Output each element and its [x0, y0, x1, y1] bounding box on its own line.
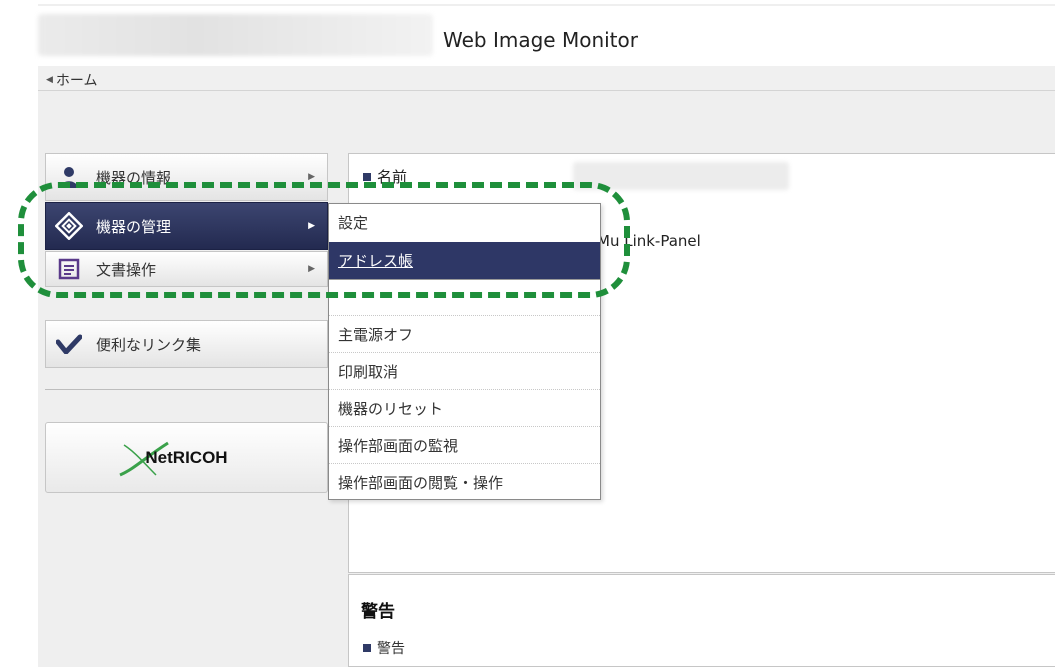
- sidebar-item-label: 機器の管理: [96, 217, 172, 236]
- chevron-right-icon: ▶: [308, 221, 315, 231]
- sidebar-item-label: 機器の情報: [96, 168, 172, 187]
- menu-item-power-off[interactable]: 主電源オフ: [329, 315, 600, 352]
- menu-spacer: [329, 279, 600, 316]
- menu-item-cancel-print[interactable]: 印刷取消: [329, 352, 600, 389]
- menu-item-operate-panel[interactable]: 操作部画面の閲覧・操作: [329, 463, 600, 500]
- bullet-square-icon: [363, 644, 371, 652]
- menu-item-address-book[interactable]: アドレス帳: [329, 242, 600, 279]
- sidebar-divider: [45, 389, 328, 390]
- model-name: Mu Link-Panel: [597, 232, 701, 250]
- header: Web Image Monitor: [0, 0, 1055, 66]
- sidebar-item-links[interactable]: 便利なリンク集: [45, 320, 328, 368]
- sidebar-item-device-management[interactable]: 機器の管理 ▶: [45, 202, 328, 250]
- document-icon: [54, 254, 84, 284]
- netricoh-link[interactable]: NetRICOH: [45, 422, 328, 493]
- chevron-left-icon: ◀: [46, 75, 53, 85]
- blurred-logo: [38, 14, 433, 56]
- device-management-submenu: 設定 アドレス帳 主電源オフ 印刷取消 機器のリセット 操作部画面の監視 操作部…: [328, 203, 601, 500]
- sidebar-item-label: 便利なリンク集: [96, 335, 202, 354]
- warning-title: 警告: [361, 602, 395, 622]
- device-management-icon: [54, 211, 84, 241]
- home-link-label: ホーム: [55, 73, 98, 89]
- chevron-right-icon: ▶: [308, 172, 315, 182]
- header-divider: [38, 4, 1055, 6]
- link-check-icon: [54, 329, 84, 359]
- warning-item-label: 警告: [377, 641, 405, 657]
- name-row: 名前: [363, 166, 407, 187]
- breadcrumb: ◀ ホーム: [38, 66, 1055, 91]
- warning-panel: 警告 警告: [348, 574, 1055, 667]
- chevron-right-icon: ▶: [308, 264, 315, 274]
- sidebar-item-device-info[interactable]: 機器の情報 ▶: [45, 153, 328, 201]
- warning-item[interactable]: 警告: [363, 638, 405, 658]
- home-link[interactable]: ◀ ホーム: [46, 70, 98, 90]
- name-label: 名前: [377, 168, 408, 186]
- device-info-icon: [54, 162, 84, 192]
- menu-item-monitor-panel[interactable]: 操作部画面の監視: [329, 426, 600, 463]
- sidebar-item-label: 文書操作: [96, 260, 157, 279]
- sidebar-item-documents[interactable]: 文書操作 ▶: [45, 251, 328, 287]
- menu-item-settings[interactable]: 設定: [329, 204, 600, 241]
- app-title: Web Image Monitor: [443, 28, 638, 52]
- bullet-square-icon: [363, 172, 371, 181]
- netricoh-label: NetRICOH: [145, 447, 228, 467]
- menu-item-reset-device[interactable]: 機器のリセット: [329, 389, 600, 426]
- blurred-name-value: [573, 162, 789, 190]
